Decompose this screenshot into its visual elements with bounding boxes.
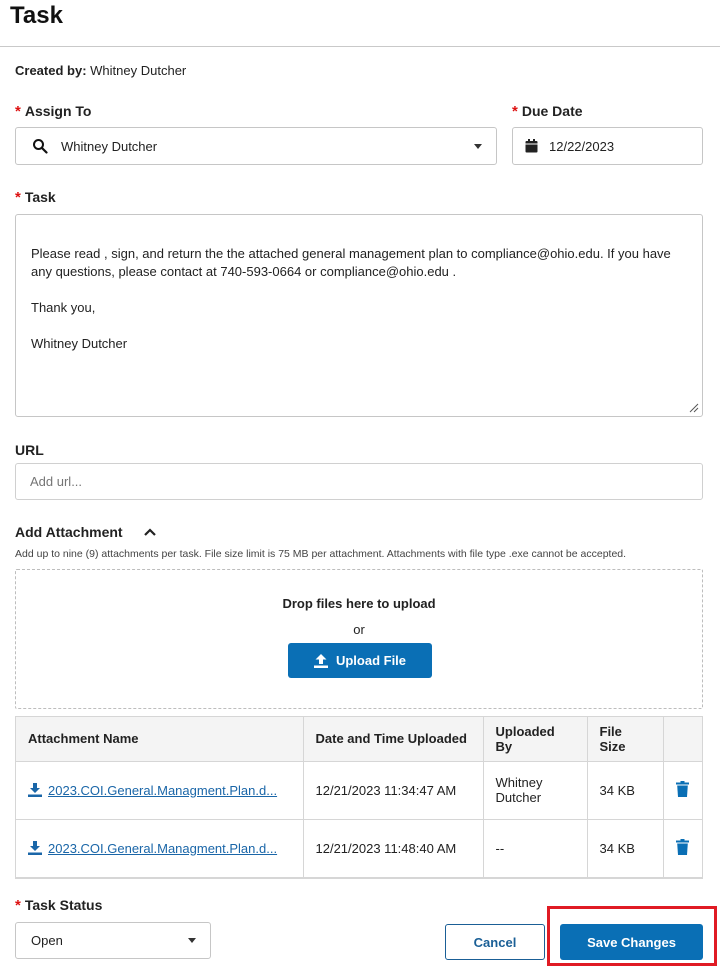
download-icon (28, 841, 42, 855)
created-by-value: Whitney Dutcher (90, 63, 187, 78)
due-date-label: Due Date (521, 103, 583, 119)
attachment-hint: Add up to nine (9) attachments per task.… (15, 548, 627, 560)
column-header-actions (663, 717, 702, 762)
task-status-label-group: * Task Status (15, 897, 102, 914)
upload-file-button[interactable]: Upload File (288, 643, 432, 678)
attachment-name: 2023.COI.General.Managment.Plan.d... (48, 840, 278, 856)
task-body-line: Whitney Dutcher (31, 336, 128, 351)
due-date-value: 12/22/2023 (549, 138, 615, 154)
file-dropzone[interactable]: Drop files here to upload or Upload File (15, 569, 703, 709)
cancel-label: Cancel (473, 934, 517, 950)
delete-cell (663, 819, 702, 878)
file-size-cell: 34 KB (587, 761, 664, 820)
task-body-line: Thank you, (31, 300, 96, 315)
assign-to-label: Assign To (24, 103, 92, 119)
url-label: URL (15, 442, 44, 458)
url-input[interactable] (15, 463, 703, 500)
attachment-name-cell: 2023.COI.General.Managment.Plan.d... (16, 819, 304, 878)
search-icon (33, 139, 48, 154)
add-attachment-toggle[interactable]: Add Attachment (15, 524, 157, 540)
task-status-value: Open (31, 933, 63, 948)
column-header-date-uploaded: Date and Time Uploaded (303, 717, 484, 762)
attachments-table: Attachment Name Date and Time Uploaded U… (16, 717, 702, 878)
attachment-name: 2023.COI.General.Managment.Plan.d... (48, 782, 278, 798)
chevron-down-icon (188, 938, 196, 943)
required-marker: * (512, 103, 518, 120)
page-title: Task (10, 2, 63, 29)
add-attachment-label: Add Attachment (15, 524, 123, 540)
task-status-label: Task Status (24, 897, 103, 913)
drop-text: Drop files here to upload (282, 596, 436, 611)
upload-file-label: Upload File (335, 653, 407, 668)
required-marker: * (15, 189, 21, 206)
resize-handle-icon[interactable] (689, 403, 699, 413)
save-changes-button[interactable]: Save Changes (560, 924, 703, 960)
assign-to-label-group: * Assign To (15, 103, 91, 120)
assign-to-value: Whitney Dutcher (61, 138, 158, 154)
column-header-attachment-name: Attachment Name (16, 717, 304, 762)
created-by-label: Created by: (15, 63, 87, 78)
assign-to-select[interactable]: Whitney Dutcher (15, 127, 497, 165)
task-status-select[interactable]: Open (15, 922, 211, 959)
required-marker: * (15, 897, 21, 914)
uploaded-at-cell: 12/21/2023 11:34:47 AM (303, 761, 484, 820)
or-text: or (353, 622, 365, 637)
file-size-cell: 34 KB (587, 819, 664, 878)
attachment-download-link[interactable]: 2023.COI.General.Managment.Plan.d... (28, 841, 291, 856)
due-date-input[interactable]: 12/22/2023 (512, 127, 703, 165)
uploaded-at-cell: 12/21/2023 11:48:40 AM (303, 819, 484, 878)
chevron-down-icon (474, 143, 482, 149)
required-marker: * (15, 103, 21, 120)
attachment-download-link[interactable]: 2023.COI.General.Managment.Plan.d... (28, 783, 291, 798)
column-header-uploaded-by: Uploaded By (483, 717, 588, 762)
task-label-group: * Task (15, 189, 56, 206)
attachments-table-container: Attachment Name Date and Time Uploaded U… (15, 716, 703, 879)
column-header-file-size: File Size (587, 717, 664, 762)
upload-icon (313, 653, 328, 668)
table-row: 2023.COI.General.Managment.Plan.d... 12/… (16, 819, 702, 878)
header-divider (0, 46, 720, 47)
trash-icon[interactable] (676, 780, 690, 797)
uploaded-by-cell: Whitney Dutcher (483, 761, 588, 820)
task-textarea[interactable]: Please read , sign, and return the the a… (15, 214, 703, 417)
uploaded-by-cell: -- (483, 819, 588, 878)
table-row: 2023.COI.General.Managment.Plan.d... 12/… (16, 761, 702, 820)
delete-cell (663, 761, 702, 820)
cancel-button[interactable]: Cancel (445, 924, 545, 960)
chevron-up-icon (143, 528, 156, 536)
task-body-line: Please read , sign, and return the the a… (31, 246, 671, 279)
calendar-icon (525, 139, 538, 153)
attachment-name-cell: 2023.COI.General.Managment.Plan.d... (16, 761, 304, 820)
due-date-label-group: * Due Date (512, 103, 583, 120)
save-changes-label: Save Changes (587, 934, 676, 950)
task-label: Task (24, 189, 56, 205)
download-icon (28, 783, 42, 797)
created-by: Created by: Whitney Dutcher (15, 63, 186, 78)
trash-icon[interactable] (676, 838, 690, 855)
table-header-row: Attachment Name Date and Time Uploaded U… (16, 717, 702, 762)
